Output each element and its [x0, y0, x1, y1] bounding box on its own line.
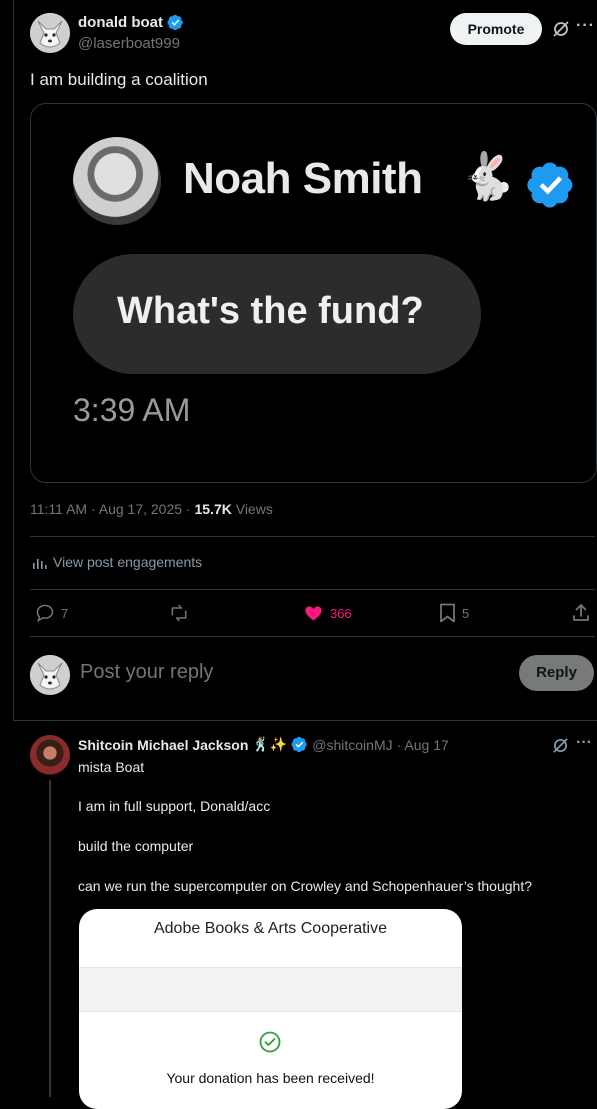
more-options-icon[interactable]: ··· [576, 17, 595, 35]
reply-action[interactable]: 7 [35, 603, 68, 623]
reply-author-name[interactable]: Shitcoin Michael Jackson [78, 737, 248, 753]
composer-avatar [30, 655, 70, 695]
post-timestamp-views: 11:11 AM · Aug 17, 2025 · 15.7K Views [30, 501, 273, 517]
divider [30, 636, 595, 637]
embedded-message-text: What's the fund? [117, 290, 424, 332]
dog-avatar-icon [30, 13, 70, 53]
views-count: 15.7K [194, 501, 232, 517]
verified-badge-icon [167, 14, 183, 31]
reply-author-emoji: 🕺✨ [252, 736, 288, 752]
reply-line-1: mista Boat [78, 759, 145, 775]
reply-author-avatar[interactable] [30, 735, 70, 775]
reply-count: 7 [61, 605, 69, 621]
divider [13, 720, 597, 721]
reply-author-row: Shitcoin Michael Jackson 🕺✨ @shitcoinMJ … [78, 736, 449, 753]
promote-button[interactable]: Promote [450, 13, 542, 45]
post-timestamp[interactable]: 11:11 AM · Aug 17, 2025 · [30, 501, 194, 517]
analytics-bars-icon [33, 558, 47, 569]
heart-icon [305, 606, 322, 621]
grok-icon[interactable] [552, 20, 570, 38]
view-engagements-link[interactable]: View post engagements [32, 554, 202, 570]
thread-line [49, 780, 51, 1097]
grok-icon[interactable] [552, 737, 569, 754]
author-handle[interactable]: @laserboat999 [78, 35, 180, 52]
bookmark-count: 5 [462, 605, 470, 621]
reply-line-2: I am in full support, Donald/acc [78, 798, 271, 814]
card-title: Adobe Books & Arts Cooperative [153, 920, 388, 937]
rabbit-emoji-icon: 🐇 [459, 150, 517, 202]
post-image[interactable]: Noah Smith 🐇 What's the fund? 3:39 AM [30, 103, 597, 483]
embedded-time: 3:39 AM [73, 392, 191, 428]
author-name[interactable]: donald boat [78, 14, 163, 31]
reply-input[interactable]: Post your reply [80, 661, 213, 684]
views-label: Views [231, 501, 273, 517]
card-message: Your donation has been received! [166, 1070, 375, 1086]
check-circle-icon [259, 1031, 281, 1053]
bookmark-icon [440, 603, 455, 623]
reply-line-4: can we run the supercomputer on Crowley … [78, 878, 532, 894]
divider [30, 536, 595, 537]
reply-line-3: build the computer [78, 838, 194, 854]
card-band [79, 967, 462, 1012]
post-text: I am building a coalition [30, 70, 208, 89]
like-count: 366 [330, 605, 352, 621]
divider [30, 589, 595, 590]
reply-bubble-icon [36, 604, 54, 623]
repost-action[interactable] [168, 603, 190, 623]
dog-avatar-icon [30, 655, 70, 695]
reply-author-handle[interactable]: @shitcoinMJ [312, 737, 392, 753]
embedded-profile-name: Noah Smith [183, 154, 423, 203]
share-icon[interactable] [571, 603, 591, 623]
like-action[interactable]: 366 [303, 603, 352, 623]
view-engagements-label: View post engagements [53, 554, 203, 570]
embedded-avatar [73, 137, 161, 225]
reply-more-options-icon[interactable]: ··· [576, 734, 592, 752]
verified-badge-icon [291, 736, 308, 753]
reply-image-card[interactable]: Adobe Books & Arts Cooperative Your dona… [79, 909, 462, 1109]
embedded-verified-badge-icon [527, 162, 573, 208]
reply-button[interactable]: Reply [519, 655, 594, 691]
reply-date[interactable]: · Aug 17 [397, 737, 449, 753]
bookmark-action[interactable]: 5 [439, 603, 469, 623]
repost-icon [171, 604, 187, 622]
avatar[interactable] [30, 13, 70, 53]
timeline-left-border [13, 0, 14, 720]
author-row: donald boat [78, 14, 184, 31]
